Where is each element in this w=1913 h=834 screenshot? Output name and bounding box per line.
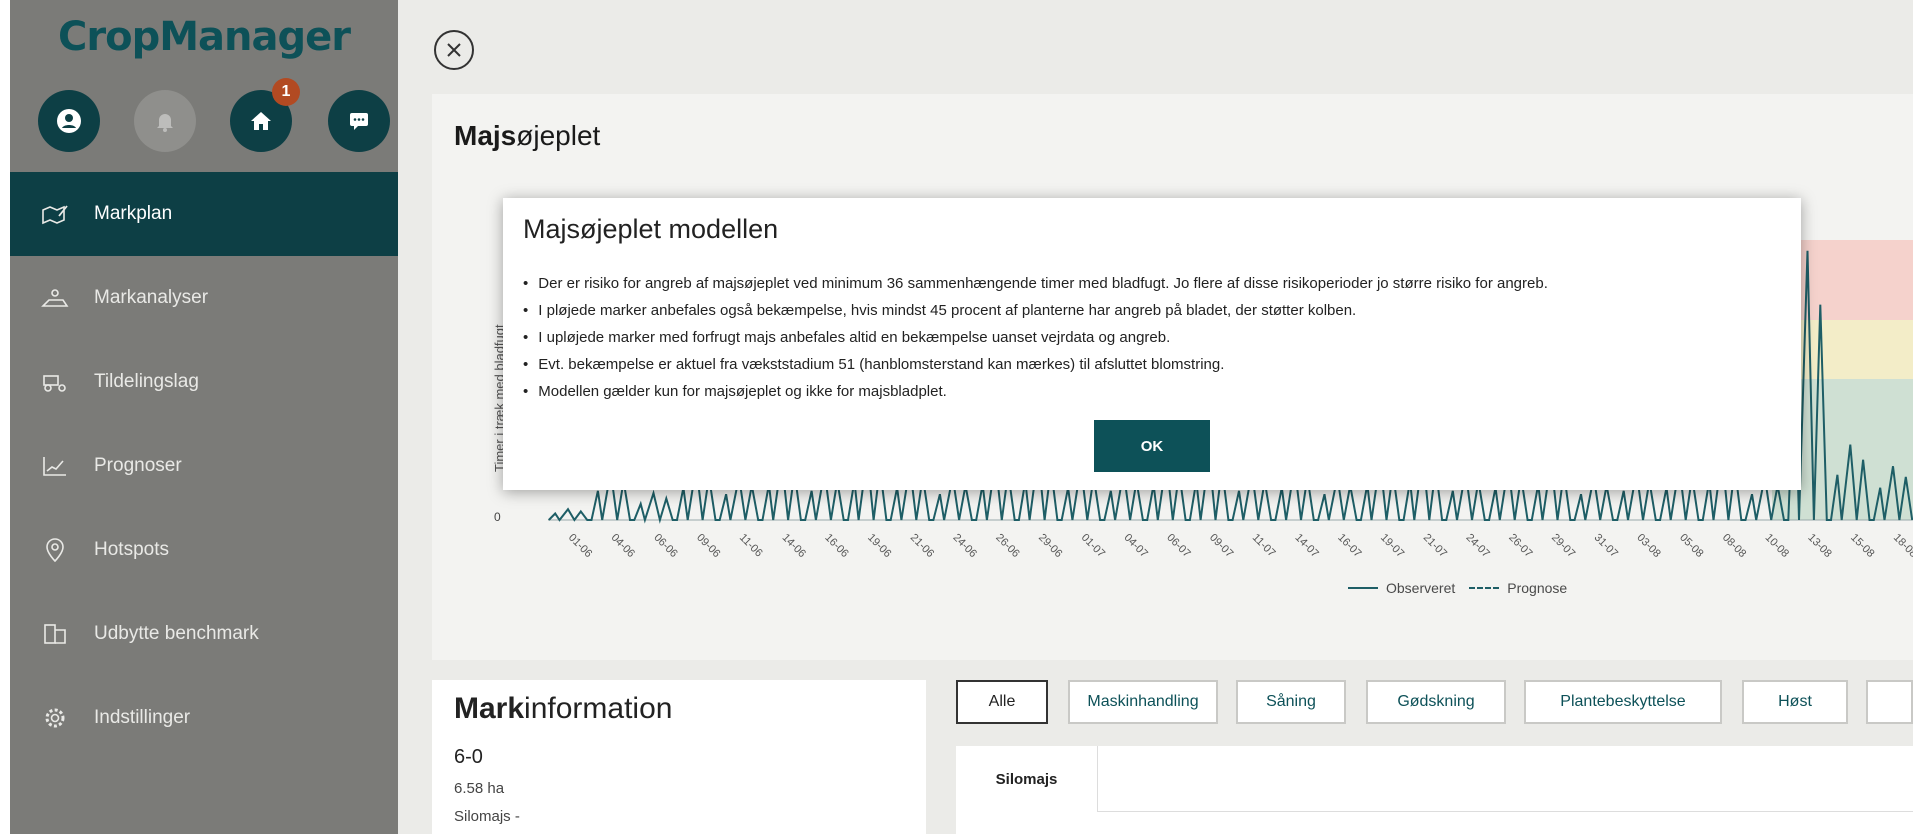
modal-bullet: Evt. bekæmpelse er aktuel fra vækststadi… <box>523 351 1548 378</box>
legend-forecast-label: Prognose <box>1507 580 1568 596</box>
x-tick-label: 15-08 <box>1848 532 1876 560</box>
crop-row-label: Silomajs <box>956 746 1098 812</box>
x-tick-label: 26-07 <box>1506 532 1534 560</box>
filter-maskinhandling[interactable]: Maskinhandling <box>1068 680 1218 724</box>
sidebar-item-label: Prognoser <box>94 455 182 476</box>
x-tick-label: 24-07 <box>1463 532 1491 560</box>
sidebar-item-label: Hotspots <box>94 539 169 560</box>
x-tick-label: 01-06 <box>566 532 594 560</box>
chat-icon[interactable] <box>328 90 390 152</box>
chart-legend: Observeret Prognose <box>1348 580 1567 596</box>
x-tick-label: 09-07 <box>1207 532 1235 560</box>
benchmark-icon <box>40 619 70 649</box>
sidebar-item-prognoser[interactable]: Prognoser <box>10 424 398 508</box>
sidebar-nav: Markplan Markanalyser Tildelingslag Prog… <box>10 172 398 760</box>
filter-plantebeskyttelse[interactable]: Plantebeskyttelse <box>1524 680 1722 724</box>
location-pin-icon <box>40 535 70 565</box>
sidebar-item-indstillinger[interactable]: Indstillinger <box>10 676 398 760</box>
x-tick-label: 29-07 <box>1549 532 1577 560</box>
info-modal: Majsøjeplet modellen Der er risiko for a… <box>503 198 1801 490</box>
sidebar-item-label: Markplan <box>94 203 173 224</box>
x-tick-label: 10-08 <box>1763 532 1791 560</box>
x-tick-label: 14-06 <box>780 532 808 560</box>
filter-alle[interactable]: Alle <box>956 680 1048 724</box>
x-tick-label: 14-07 <box>1292 532 1320 560</box>
modal-bullet: Modellen gælder kun for majsøjeplet og i… <box>523 378 1548 405</box>
filter-hoest[interactable]: Høst <box>1742 680 1848 724</box>
x-tick-label: 24-06 <box>951 532 979 560</box>
tractor-icon <box>40 367 70 397</box>
map-edit-icon <box>40 199 70 229</box>
crop-panel: Silomajs <box>956 746 1913 834</box>
x-tick-label: 18-08 <box>1891 532 1913 560</box>
field-crop: Silomajs - <box>454 808 520 825</box>
legend-forecast-swatch <box>1469 587 1500 589</box>
x-tick-label: 31-07 <box>1592 532 1620 560</box>
header-icon-row: 1 <box>38 78 390 152</box>
x-tick-label: 01-07 <box>1079 532 1107 560</box>
chart-icon <box>40 451 70 481</box>
x-tick-label: 13-08 <box>1805 532 1833 560</box>
modal-bullet-list: Der er risiko for angreb af majsøjeplet … <box>523 270 1548 405</box>
mark-title-bold: Mark <box>454 692 525 725</box>
sidebar-item-hotspots[interactable]: Hotspots <box>10 508 398 592</box>
x-tick-label: 04-07 <box>1122 532 1150 560</box>
sidebar-item-label: Markanalyser <box>94 287 209 308</box>
sidebar: CropManager 1 Markplan Markanalyser Tild… <box>10 0 398 834</box>
notification-badge: 1 <box>272 78 300 106</box>
x-tick-label: 16-06 <box>822 532 850 560</box>
x-tick-label: 19-07 <box>1378 532 1406 560</box>
crop-timeline <box>1098 746 1913 812</box>
home-icon[interactable]: 1 <box>230 78 300 152</box>
x-tick-label: 26-06 <box>993 532 1021 560</box>
x-tick-label: 21-07 <box>1421 532 1449 560</box>
modal-bullet: I pløjede marker anbefales også bekæmpel… <box>523 297 1548 324</box>
field-area: 6.58 ha <box>454 780 505 797</box>
mark-title-rest: information <box>524 692 673 725</box>
filter-saaning[interactable]: Såning <box>1236 680 1346 724</box>
sidebar-item-label: Tildelingslag <box>94 371 199 392</box>
legend-observed-label: Observeret <box>1386 580 1456 596</box>
sidebar-item-label: Udbytte benchmark <box>94 623 259 644</box>
bell-icon[interactable] <box>134 90 196 152</box>
legend-observed-swatch <box>1348 587 1378 589</box>
user-icon[interactable] <box>38 90 100 152</box>
sidebar-item-label: Indstillinger <box>94 707 191 728</box>
close-button[interactable] <box>434 30 474 70</box>
x-tick-label: 11-06 <box>737 532 765 560</box>
y-tick-0: 0 <box>494 510 501 524</box>
sidebar-item-markplan[interactable]: Markplan <box>10 172 398 256</box>
x-tick-label: 29-06 <box>1036 532 1064 560</box>
modal-bullet: Der er risiko for angreb af majsøjeplet … <box>523 270 1548 297</box>
modal-title: Majsøjeplet modellen <box>523 214 779 244</box>
x-tick-label: 19-06 <box>865 532 893 560</box>
app-logo: CropManager <box>58 14 351 60</box>
filter-more[interactable] <box>1866 680 1913 724</box>
x-tick-label: 08-08 <box>1720 532 1748 560</box>
mark-info-card: Markinformation 6-0 6.58 ha Silomajs - <box>432 680 926 834</box>
gear-icon <box>40 703 70 733</box>
filter-goedskning[interactable]: Gødskning <box>1366 680 1506 724</box>
x-tick-label: 09-06 <box>694 532 722 560</box>
x-tick-label: 21-06 <box>908 532 936 560</box>
field-number: 6-0 <box>454 746 483 768</box>
field-analysis-icon <box>40 283 70 313</box>
x-tick-label: 16-07 <box>1335 532 1363 560</box>
x-tick-label: 05-08 <box>1677 532 1705 560</box>
x-tick-label: 06-07 <box>1164 532 1192 560</box>
x-tick-label: 04-06 <box>609 532 637 560</box>
modal-bullet: I upløjede marker med forfrugt majs anbe… <box>523 324 1548 351</box>
mark-info-title: Markinformation <box>454 692 672 726</box>
sidebar-item-udbytte-benchmark[interactable]: Udbytte benchmark <box>10 592 398 676</box>
x-tick-label: 06-06 <box>651 532 679 560</box>
sidebar-item-tildelingslag[interactable]: Tildelingslag <box>10 340 398 424</box>
close-icon <box>447 43 461 57</box>
sidebar-item-markanalyser[interactable]: Markanalyser <box>10 256 398 340</box>
ok-button[interactable]: OK <box>1094 420 1210 472</box>
x-tick-label: 03-08 <box>1634 532 1662 560</box>
x-tick-label: 11-07 <box>1250 532 1278 560</box>
